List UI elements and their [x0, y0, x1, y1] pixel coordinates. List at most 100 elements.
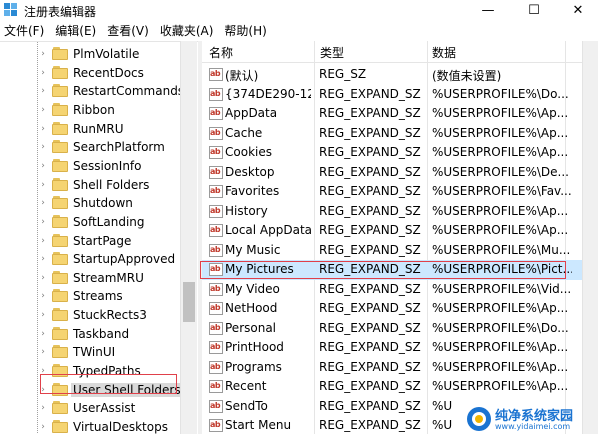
- string-value-icon: ab: [209, 185, 223, 198]
- value-row[interactable]: ab My Music REG_EXPAND_SZ %USERPROFILE%\Mu.…: [202, 241, 582, 261]
- tree-item[interactable]: › VirtualDesktops: [0, 418, 180, 434]
- chevron-right-icon[interactable]: ›: [38, 216, 48, 228]
- chevron-right-icon[interactable]: ›: [38, 160, 48, 172]
- menu-bar: 文件(F) 编辑(E) 查看(V) 收藏夹(A) 帮助(H): [0, 22, 598, 41]
- chevron-right-icon[interactable]: ›: [38, 104, 48, 116]
- minimize-button[interactable]: —: [466, 0, 510, 20]
- chevron-right-icon[interactable]: ›: [38, 328, 48, 340]
- value-list[interactable]: 名称 类型 数据 ab (默认) REG_SZ (数值未设置) ab {374DE290-…: [202, 41, 598, 434]
- folder-icon: [52, 84, 68, 98]
- tree-item[interactable]: › Taskband: [0, 325, 180, 344]
- tree-item[interactable]: › Shell Folders: [0, 176, 180, 195]
- tree-item[interactable]: › SessionInfo: [0, 157, 180, 176]
- value-row[interactable]: ab Favorites REG_EXPAND_SZ %USERPROFILE%\Fa…: [202, 182, 582, 202]
- value-row[interactable]: ab Desktop REG_EXPAND_SZ %USERPROFILE%\De..…: [202, 163, 582, 183]
- folder-icon: [52, 345, 68, 359]
- value-row[interactable]: ab (默认) REG_SZ (数值未设置): [202, 65, 582, 85]
- column-header-type[interactable]: 类型: [320, 44, 344, 61]
- tree-item-label: VirtualDesktops: [73, 420, 168, 434]
- chevron-right-icon[interactable]: ›: [38, 346, 48, 358]
- column-header-name[interactable]: 名称: [209, 44, 233, 61]
- string-value-icon: ab: [209, 87, 223, 101]
- string-value-icon: ab: [209, 146, 223, 159]
- string-value-icon: ab: [209, 224, 223, 237]
- chevron-right-icon[interactable]: ›: [38, 253, 48, 265]
- tree-item[interactable]: › StartPage: [0, 232, 180, 251]
- tree-item-label: UserAssist: [73, 401, 136, 416]
- chevron-right-icon[interactable]: ›: [38, 48, 48, 60]
- value-row[interactable]: ab History REG_EXPAND_SZ %USERPROFILE%\Ap..…: [202, 202, 582, 222]
- tree-item[interactable]: › TWinUI: [0, 343, 180, 362]
- tree-item-label: RunMRU: [73, 121, 124, 136]
- maximize-button[interactable]: ☐: [512, 0, 556, 20]
- value-type: REG_SZ: [319, 67, 367, 81]
- tree-item[interactable]: › RunMRU: [0, 120, 180, 139]
- value-type: REG_EXPAND_SZ: [319, 223, 421, 237]
- folder-icon: [52, 196, 68, 210]
- tree-item[interactable]: › StartupApproved: [0, 250, 180, 269]
- tree-item[interactable]: › Shutdown: [0, 194, 180, 213]
- value-row[interactable]: ab Cookies REG_EXPAND_SZ %USERPROFILE%\Ap..…: [202, 143, 582, 163]
- list-scrollbar[interactable]: [582, 41, 598, 434]
- tree-item[interactable]: › Streams: [0, 287, 180, 306]
- tree-item[interactable]: › PlmVolatile: [0, 45, 180, 64]
- tree-item[interactable]: › RecentDocs: [0, 64, 180, 83]
- value-row[interactable]: ab NetHood REG_EXPAND_SZ %USERPROFILE%\Ap..…: [202, 299, 582, 319]
- chevron-right-icon[interactable]: ›: [38, 67, 48, 79]
- chevron-right-icon[interactable]: ›: [38, 402, 48, 414]
- menu-help[interactable]: 帮助(H): [221, 22, 269, 41]
- menu-edit[interactable]: 编辑(E): [52, 22, 99, 41]
- close-button[interactable]: ✕: [556, 0, 598, 20]
- menu-view[interactable]: 查看(V): [104, 22, 152, 41]
- chevron-right-icon[interactable]: ›: [38, 197, 48, 209]
- tree-item-label: Shutdown: [73, 196, 133, 211]
- tree-scrollbar-thumb[interactable]: [183, 282, 195, 322]
- value-row[interactable]: ab PrintHood REG_EXPAND_SZ %USERPROFILE%\Ap…: [202, 338, 582, 358]
- tree-item[interactable]: › SoftLanding: [0, 213, 180, 232]
- chevron-right-icon[interactable]: ›: [38, 141, 48, 153]
- value-name: Cache: [225, 125, 263, 140]
- folder-icon: [52, 270, 68, 284]
- tree-item[interactable]: › StuckRects3: [0, 306, 180, 325]
- string-value-icon: ab: [209, 165, 223, 179]
- value-data: %USERPROFILE%\Vid...: [432, 281, 572, 296]
- chevron-right-icon[interactable]: ›: [38, 85, 48, 97]
- value-data: %USERPROFILE%\Ap...: [432, 145, 569, 159]
- tree-scrollbar[interactable]: [180, 41, 197, 434]
- chevron-right-icon[interactable]: ›: [38, 235, 48, 247]
- chevron-right-icon[interactable]: ›: [38, 421, 48, 433]
- chevron-right-icon[interactable]: ›: [38, 272, 48, 284]
- column-header-data[interactable]: 数据: [432, 44, 456, 61]
- value-row[interactable]: ab Recent REG_EXPAND_SZ %USERPROFILE%\Ap...: [202, 377, 582, 397]
- value-row[interactable]: ab AppData REG_EXPAND_SZ %USERPROFILE%\Ap..…: [202, 104, 582, 124]
- value-type: REG_EXPAND_SZ: [319, 86, 421, 101]
- folder-icon: [52, 140, 68, 154]
- value-row[interactable]: ab Programs REG_EXPAND_SZ %USERPROFILE%\Ap.…: [202, 358, 582, 378]
- chevron-right-icon[interactable]: ›: [38, 290, 48, 302]
- chevron-right-icon[interactable]: ›: [38, 123, 48, 135]
- value-data: %USERPROFILE%\Ap...: [432, 125, 569, 140]
- tree-item[interactable]: › UserAssist: [0, 399, 180, 418]
- value-row[interactable]: ab Personal REG_EXPAND_SZ %USERPROFILE%\Do.…: [202, 319, 582, 339]
- tree-item[interactable]: › Ribbon: [0, 101, 180, 120]
- value-row[interactable]: ab Cache REG_EXPAND_SZ %USERPROFILE%\Ap...: [202, 124, 582, 144]
- menu-file[interactable]: 文件(F): [1, 22, 47, 41]
- value-name: Favorites: [225, 184, 280, 198]
- value-name: History: [225, 203, 268, 218]
- value-row[interactable]: ab Local AppData REG_EXPAND_SZ %USERPROFILE…: [202, 221, 582, 241]
- chevron-right-icon[interactable]: ›: [38, 179, 48, 191]
- menu-favorites[interactable]: 收藏夹(A): [157, 22, 217, 41]
- value-data: (数值未设置): [432, 69, 502, 83]
- tree-item[interactable]: › RestartCommands: [0, 82, 184, 101]
- tree-item[interactable]: › StreamMRU: [0, 269, 180, 288]
- string-value-icon: ab: [209, 243, 223, 257]
- folder-icon: [52, 289, 68, 303]
- value-row[interactable]: ab My Video REG_EXPAND_SZ %USERPROFILE%\Vid…: [202, 280, 582, 300]
- chevron-right-icon[interactable]: ›: [38, 309, 48, 321]
- string-value-icon: ab: [209, 204, 223, 218]
- tree-item[interactable]: › SearchPlatform: [0, 138, 180, 157]
- tree-item-label: Shell Folders: [73, 177, 150, 192]
- value-row[interactable]: ab{374DE290-12... REG_EXPAND_SZ %USERPROFI…: [202, 85, 582, 105]
- title-bar: 注册表编辑器 — ☐ ✕: [0, 0, 598, 20]
- value-name: Cookies: [225, 145, 272, 159]
